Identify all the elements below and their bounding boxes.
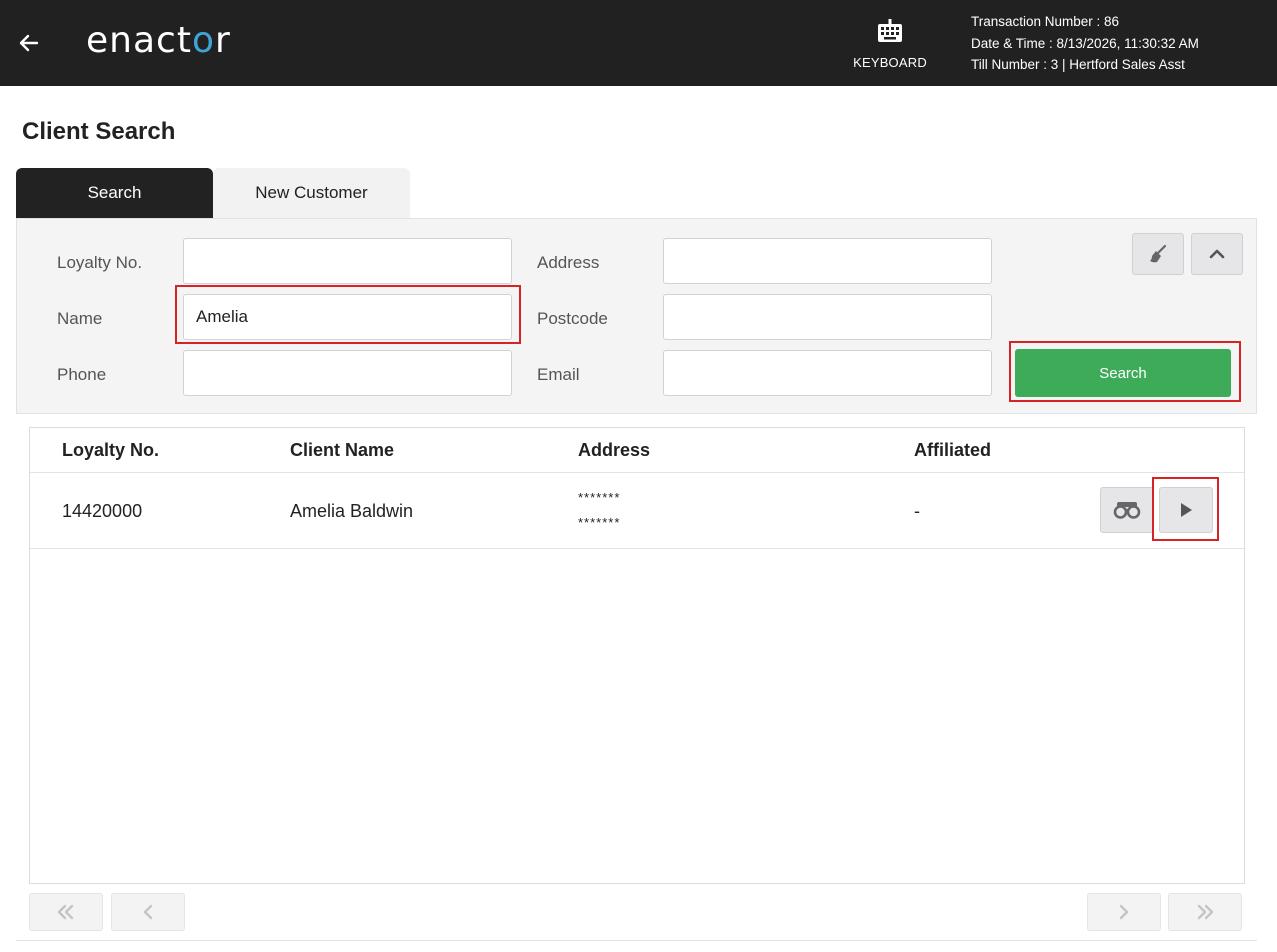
column-header-client-name: Client Name: [290, 440, 395, 460]
email-label: Email: [537, 365, 580, 384]
double-chevron-right-icon: [1197, 904, 1214, 920]
row-loyalty: 14420000: [62, 501, 143, 521]
binoculars-icon: [1113, 502, 1141, 519]
name-label: Name: [57, 309, 103, 328]
next-page-button[interactable]: [1087, 893, 1161, 931]
column-header-affiliated: Affiliated: [914, 440, 992, 460]
row-client-name: Amelia Baldwin: [290, 501, 414, 521]
first-page-button[interactable]: [29, 893, 103, 931]
keyboard-button[interactable]: KEYBOARD: [850, 18, 930, 78]
search-panel: Loyalty No. Name Phone Address Postcode …: [16, 218, 1257, 414]
collapse-button[interactable]: [1191, 233, 1243, 275]
search-button[interactable]: Search: [1015, 349, 1231, 397]
row-address-line2: *******: [578, 515, 621, 530]
transaction-info: Transaction Number : 86 Date & Time : 8/…: [971, 11, 1199, 76]
column-header-loyalty: Loyalty No.: [62, 440, 160, 460]
address-label: Address: [537, 253, 600, 272]
tab-new-customer[interactable]: New Customer: [213, 168, 410, 218]
email-input[interactable]: [663, 350, 992, 396]
column-header-address: Address: [578, 440, 651, 460]
previous-page-button[interactable]: [111, 893, 185, 931]
loyalty-label: Loyalty No.: [57, 253, 143, 272]
tab-search[interactable]: Search: [16, 168, 213, 218]
clear-button[interactable]: [1132, 233, 1184, 275]
address-input[interactable]: [663, 238, 992, 284]
date-time: Date & Time : 8/13/2026, 11:30:32 AM: [971, 35, 1199, 51]
page-title: Client Search: [22, 118, 176, 145]
play-icon: [1181, 503, 1192, 517]
bottom-divider: [16, 940, 1257, 941]
double-chevron-left-icon: [57, 904, 74, 920]
keyboard-label: KEYBOARD: [853, 55, 927, 70]
postcode-label: Postcode: [537, 309, 608, 328]
phone-label: Phone: [57, 365, 107, 384]
top-bar: enactor KEYBOARD Transaction Number : 86…: [0, 0, 1277, 86]
till-number: Till Number : 3 | Hertford Sales Asst: [971, 57, 1185, 72]
broom-icon: [1150, 244, 1167, 263]
loyalty-input[interactable]: [183, 238, 512, 284]
postcode-input[interactable]: [663, 294, 992, 340]
last-page-button[interactable]: [1168, 893, 1242, 931]
tab-bar: Search New Customer: [16, 168, 410, 218]
transaction-number: Transaction Number : 86: [971, 14, 1120, 29]
name-input[interactable]: [183, 294, 512, 340]
chevron-left-icon: [143, 904, 153, 920]
table-row[interactable]: 14420000 Amelia Baldwin ******* ******* …: [30, 473, 1244, 549]
chevron-up-icon: [1209, 249, 1225, 259]
results-table: Loyalty No. Client Name Address Affiliat…: [29, 427, 1245, 884]
enactor-logo: enactor: [86, 20, 231, 61]
row-address-line1: *******: [578, 490, 621, 505]
back-button[interactable]: [12, 26, 46, 60]
phone-input[interactable]: [183, 350, 512, 396]
keyboard-icon: [878, 19, 902, 42]
arrow-left-icon: [19, 34, 39, 52]
view-client-button[interactable]: [1100, 487, 1154, 533]
row-affiliated: -: [914, 501, 920, 521]
row-address: ******* *******: [578, 485, 620, 535]
select-client-button[interactable]: [1159, 487, 1213, 533]
chevron-right-icon: [1119, 904, 1129, 920]
